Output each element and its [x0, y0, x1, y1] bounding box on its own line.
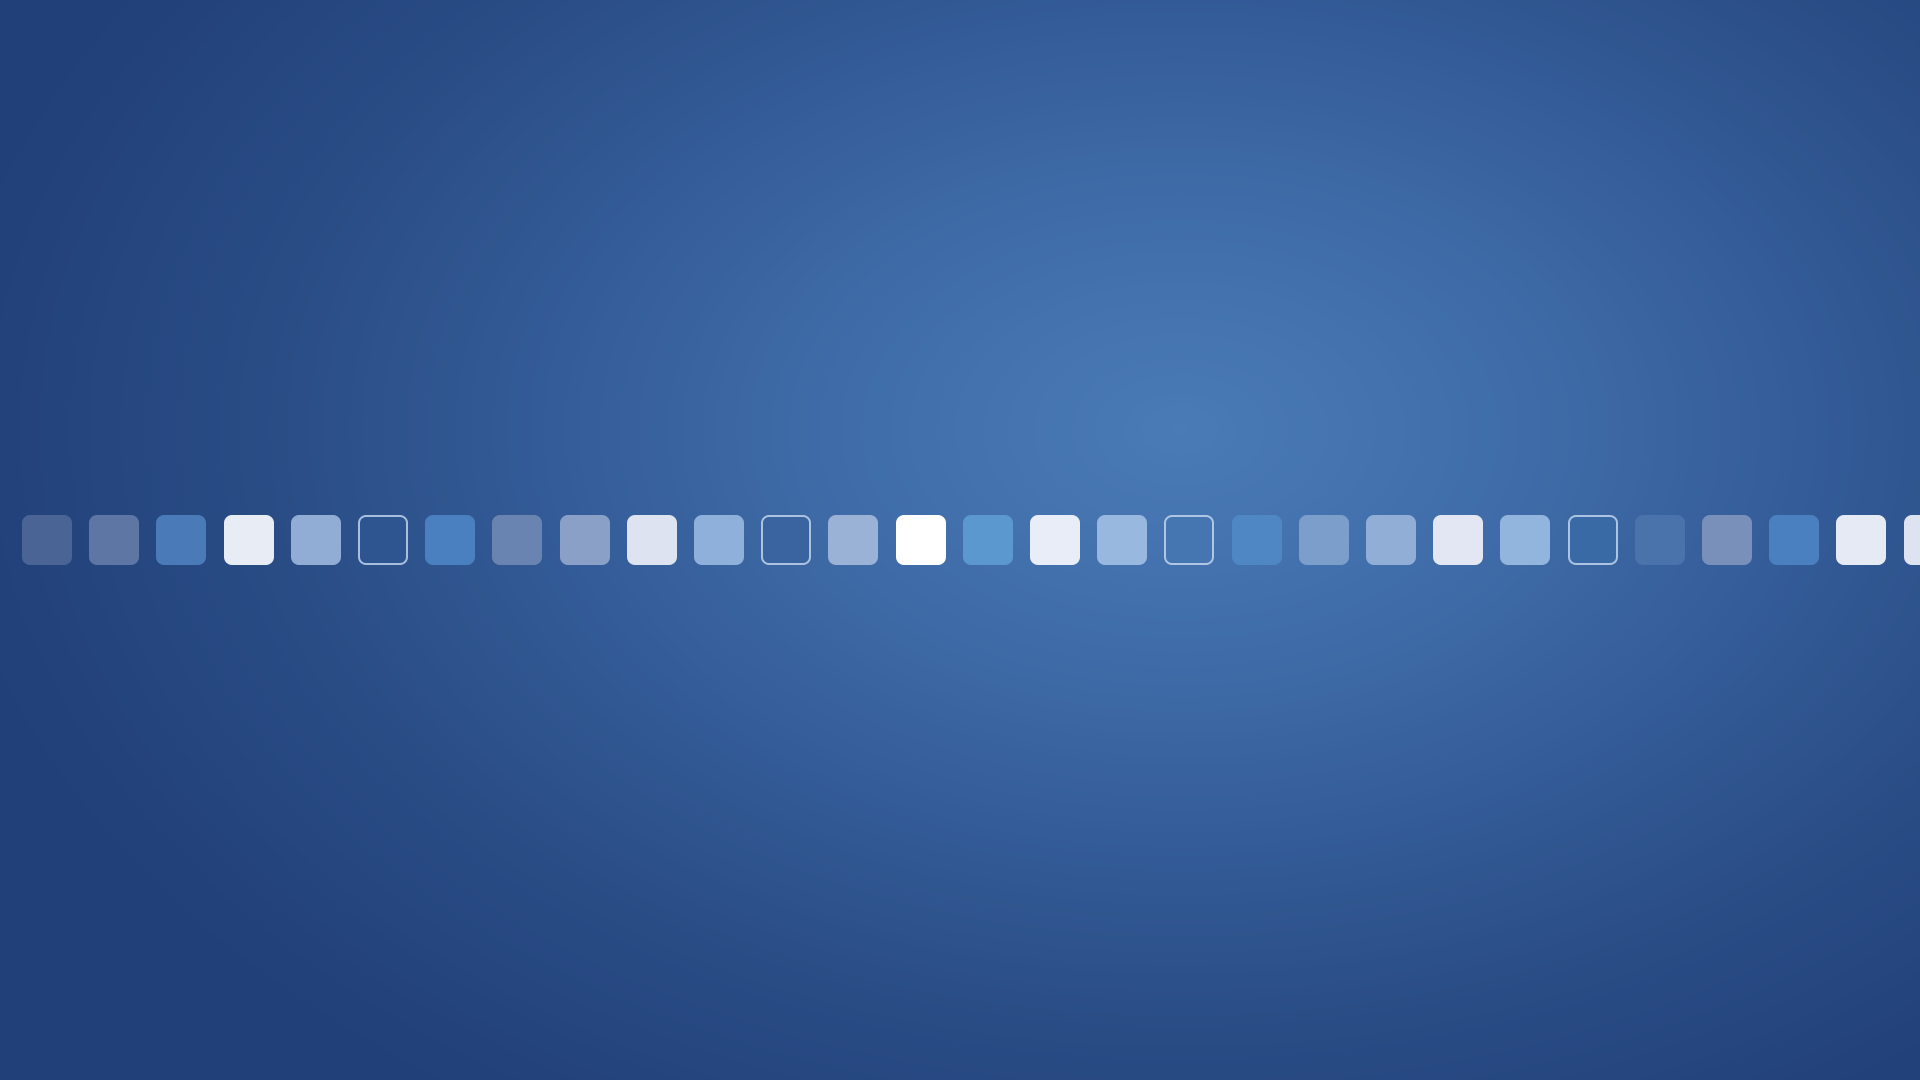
wallpaper-tile [1769, 515, 1820, 565]
wallpaper-tile [694, 515, 744, 565]
wallpaper-tile [1097, 515, 1148, 565]
wallpaper-tile [425, 515, 476, 565]
wallpaper-tile [1903, 515, 1920, 565]
wallpaper-tile [1500, 515, 1551, 565]
wallpaper-tile [358, 515, 408, 565]
wallpaper-tile [1030, 515, 1080, 565]
wallpaper-tile [1702, 515, 1752, 565]
wallpaper-tile [1366, 515, 1416, 565]
wallpaper-tile [1634, 515, 1685, 565]
wallpaper-tile [22, 515, 72, 565]
wallpaper-tile [1433, 515, 1484, 565]
wallpaper-tile [290, 515, 341, 565]
wallpaper-tile [962, 515, 1013, 565]
wallpaper-tile [626, 515, 677, 565]
wallpaper-tile [1567, 515, 1618, 565]
wallpaper-tile [492, 515, 543, 565]
wallpaper-tile [223, 515, 274, 565]
wallpaper-tile [828, 515, 879, 565]
wallpaper-tile [1836, 515, 1887, 565]
wallpaper-tile [559, 515, 610, 565]
wallpaper-tile [156, 515, 207, 565]
tile-row [22, 515, 1920, 565]
wallpaper-tile [1164, 515, 1215, 565]
desktop-wallpaper [0, 0, 1920, 1080]
wallpaper-tile [761, 515, 812, 565]
wallpaper-tile [895, 515, 946, 565]
wallpaper-tile [1298, 515, 1349, 565]
wallpaper-tile [89, 515, 140, 565]
wallpaper-tile [1231, 515, 1282, 565]
